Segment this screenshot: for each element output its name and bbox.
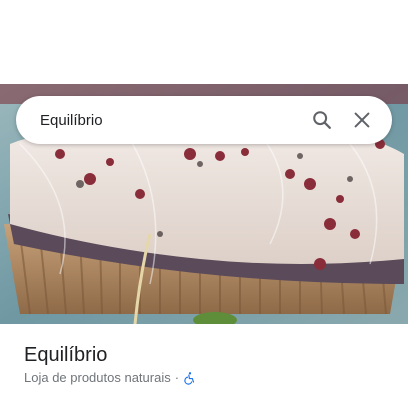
place-category: Loja de produtos naturais: [24, 370, 171, 385]
search-input[interactable]: Equilíbrio: [40, 112, 302, 129]
place-subtitle: Loja de produtos naturais ·: [24, 368, 384, 388]
search-icon[interactable]: [302, 100, 342, 140]
top-blank-area: [0, 0, 408, 84]
close-icon[interactable]: [342, 100, 382, 140]
wheelchair-icon: [183, 371, 197, 385]
separator-dot: ·: [174, 370, 180, 385]
search-bar[interactable]: Equilíbrio: [16, 96, 392, 144]
place-title: Equilíbrio: [24, 344, 108, 366]
place-info-panel[interactable]: Equilíbrio Loja de produtos naturais ·: [0, 324, 408, 408]
